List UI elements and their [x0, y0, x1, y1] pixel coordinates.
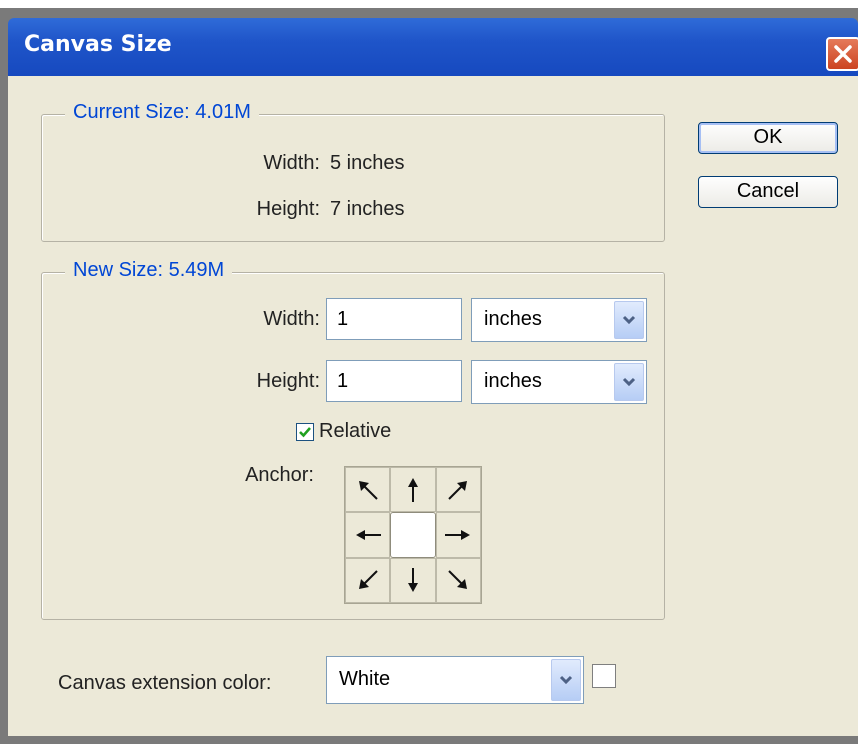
anchor-bottom[interactable]: [390, 557, 436, 603]
close-icon: [834, 45, 852, 63]
extension-color-label: Canvas extension color:: [58, 672, 272, 694]
new-height-unit-dropdown-button[interactable]: [614, 363, 644, 401]
arrow-down-right-icon: [448, 570, 468, 590]
anchor-top-left[interactable]: [345, 467, 391, 513]
new-width-unit-select[interactable]: inches: [471, 298, 647, 342]
new-width-unit-value: inches: [484, 308, 542, 330]
canvas-size-dialog: Canvas Size Current Size: 4.01M Width: 5…: [0, 8, 858, 744]
arrow-down-left-icon: [358, 570, 378, 590]
new-height-input[interactable]: [326, 360, 462, 402]
relative-checkbox[interactable]: [296, 423, 314, 441]
anchor-grid: [344, 466, 482, 604]
arrow-up-icon: [407, 477, 418, 502]
anchor-right[interactable]: [435, 512, 481, 558]
chevron-down-icon: [622, 377, 636, 387]
new-width-input[interactable]: [326, 298, 462, 340]
anchor-label: Anchor:: [245, 464, 314, 486]
ok-button[interactable]: OK: [698, 122, 838, 154]
chevron-down-icon: [559, 675, 573, 685]
extension-color-select[interactable]: White: [326, 656, 584, 704]
anchor-bottom-right[interactable]: [435, 557, 481, 603]
extension-color-swatch[interactable]: [592, 664, 616, 688]
extension-color-dropdown-button[interactable]: [551, 659, 581, 701]
anchor-center[interactable]: [390, 512, 436, 558]
new-height-label: Height:: [256, 370, 320, 392]
close-button[interactable]: [826, 37, 858, 71]
relative-label[interactable]: Relative: [319, 420, 391, 443]
current-size-group: [41, 114, 665, 242]
new-width-unit-dropdown-button[interactable]: [614, 301, 644, 339]
chevron-down-icon: [622, 315, 636, 325]
cancel-button[interactable]: Cancel: [698, 176, 838, 208]
anchor-top-right[interactable]: [435, 467, 481, 513]
current-width-value: 5 inches: [330, 152, 405, 174]
current-height-label: Height:: [256, 198, 320, 220]
anchor-top[interactable]: [390, 467, 436, 513]
arrow-up-left-icon: [358, 480, 378, 500]
arrow-left-icon: [355, 529, 381, 540]
new-height-unit-select[interactable]: inches: [471, 360, 647, 404]
arrow-down-icon: [407, 568, 418, 593]
dialog-title: Canvas Size: [24, 32, 172, 57]
new-size-legend: New Size: 5.49M: [65, 259, 233, 282]
anchor-left[interactable]: [345, 512, 391, 558]
dialog-body: Current Size: 4.01M Width: 5 inches Heig…: [8, 76, 858, 736]
arrow-up-right-icon: [448, 480, 468, 500]
current-width-label: Width:: [263, 152, 320, 174]
arrow-right-icon: [445, 529, 471, 540]
new-height-unit-value: inches: [484, 370, 542, 392]
current-size-legend: Current Size: 4.01M: [65, 101, 259, 124]
title-bar[interactable]: Canvas Size: [8, 18, 858, 76]
new-width-label: Width:: [263, 308, 320, 330]
current-height-value: 7 inches: [330, 198, 405, 220]
anchor-bottom-left[interactable]: [345, 557, 391, 603]
extension-color-value: White: [339, 668, 391, 690]
checkmark-icon: [299, 427, 311, 438]
